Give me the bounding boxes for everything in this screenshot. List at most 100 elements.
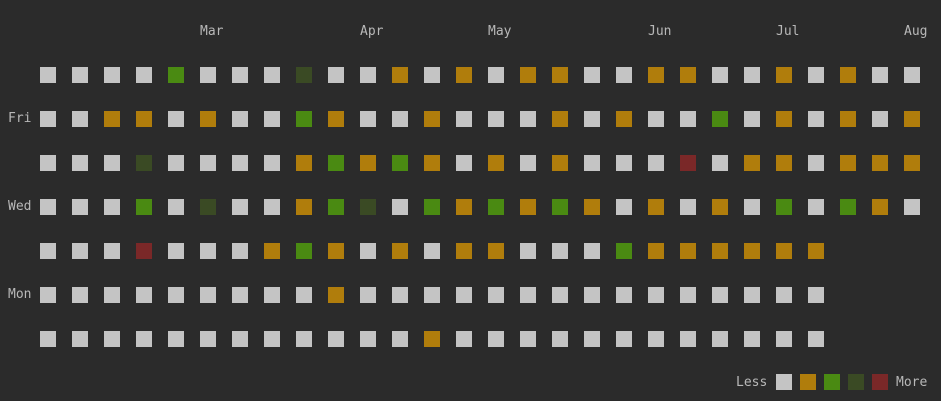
day-cell[interactable] xyxy=(520,199,536,215)
day-cell[interactable] xyxy=(712,243,728,259)
day-cell[interactable] xyxy=(808,243,824,259)
day-cell[interactable] xyxy=(744,67,760,83)
day-cell[interactable] xyxy=(520,67,536,83)
day-cell[interactable] xyxy=(616,155,632,171)
day-cell[interactable] xyxy=(72,111,88,127)
day-cell[interactable] xyxy=(168,199,184,215)
day-cell[interactable] xyxy=(360,199,376,215)
day-cell[interactable] xyxy=(328,331,344,347)
day-cell[interactable] xyxy=(72,155,88,171)
day-cell[interactable] xyxy=(456,111,472,127)
day-cell[interactable] xyxy=(296,287,312,303)
day-cell[interactable] xyxy=(360,331,376,347)
day-cell[interactable] xyxy=(40,67,56,83)
day-cell[interactable] xyxy=(584,331,600,347)
day-cell[interactable] xyxy=(488,199,504,215)
day-cell[interactable] xyxy=(680,155,696,171)
day-cell[interactable] xyxy=(296,155,312,171)
day-cell[interactable] xyxy=(72,287,88,303)
day-cell[interactable] xyxy=(136,111,152,127)
day-cell[interactable] xyxy=(424,67,440,83)
day-cell[interactable] xyxy=(616,111,632,127)
day-cell[interactable] xyxy=(264,331,280,347)
day-cell[interactable] xyxy=(424,155,440,171)
day-cell[interactable] xyxy=(840,199,856,215)
day-cell[interactable] xyxy=(104,111,120,127)
day-cell[interactable] xyxy=(392,243,408,259)
day-cell[interactable] xyxy=(552,199,568,215)
day-cell[interactable] xyxy=(680,331,696,347)
day-cell[interactable] xyxy=(744,155,760,171)
day-cell[interactable] xyxy=(296,243,312,259)
day-cell[interactable] xyxy=(328,67,344,83)
day-cell[interactable] xyxy=(360,111,376,127)
day-cell[interactable] xyxy=(552,287,568,303)
day-cell[interactable] xyxy=(552,243,568,259)
day-cell[interactable] xyxy=(200,243,216,259)
day-cell[interactable] xyxy=(872,199,888,215)
day-cell[interactable] xyxy=(296,111,312,127)
day-cell[interactable] xyxy=(808,199,824,215)
day-cell[interactable] xyxy=(904,111,920,127)
day-cell[interactable] xyxy=(584,287,600,303)
day-cell[interactable] xyxy=(872,155,888,171)
day-cell[interactable] xyxy=(136,199,152,215)
day-cell[interactable] xyxy=(680,199,696,215)
day-cell[interactable] xyxy=(200,67,216,83)
day-cell[interactable] xyxy=(328,111,344,127)
day-cell[interactable] xyxy=(328,287,344,303)
day-cell[interactable] xyxy=(552,155,568,171)
day-cell[interactable] xyxy=(584,199,600,215)
day-cell[interactable] xyxy=(648,199,664,215)
day-cell[interactable] xyxy=(232,111,248,127)
day-cell[interactable] xyxy=(168,243,184,259)
day-cell[interactable] xyxy=(808,287,824,303)
day-cell[interactable] xyxy=(776,199,792,215)
day-cell[interactable] xyxy=(104,155,120,171)
day-cell[interactable] xyxy=(552,111,568,127)
day-cell[interactable] xyxy=(232,287,248,303)
day-cell[interactable] xyxy=(104,331,120,347)
day-cell[interactable] xyxy=(296,199,312,215)
day-cell[interactable] xyxy=(136,331,152,347)
day-cell[interactable] xyxy=(616,199,632,215)
day-cell[interactable] xyxy=(712,67,728,83)
day-cell[interactable] xyxy=(712,111,728,127)
day-cell[interactable] xyxy=(360,287,376,303)
day-cell[interactable] xyxy=(40,331,56,347)
day-cell[interactable] xyxy=(776,331,792,347)
day-cell[interactable] xyxy=(200,111,216,127)
day-cell[interactable] xyxy=(360,243,376,259)
day-cell[interactable] xyxy=(584,243,600,259)
day-cell[interactable] xyxy=(424,243,440,259)
day-cell[interactable] xyxy=(456,331,472,347)
day-cell[interactable] xyxy=(712,331,728,347)
day-cell[interactable] xyxy=(232,67,248,83)
day-cell[interactable] xyxy=(40,287,56,303)
day-cell[interactable] xyxy=(104,67,120,83)
day-cell[interactable] xyxy=(744,287,760,303)
day-cell[interactable] xyxy=(136,243,152,259)
day-cell[interactable] xyxy=(328,155,344,171)
day-cell[interactable] xyxy=(456,243,472,259)
day-cell[interactable] xyxy=(808,111,824,127)
day-cell[interactable] xyxy=(168,287,184,303)
day-cell[interactable] xyxy=(648,243,664,259)
day-cell[interactable] xyxy=(776,155,792,171)
day-cell[interactable] xyxy=(232,155,248,171)
day-cell[interactable] xyxy=(136,155,152,171)
day-cell[interactable] xyxy=(136,287,152,303)
day-cell[interactable] xyxy=(520,111,536,127)
day-cell[interactable] xyxy=(392,67,408,83)
day-cell[interactable] xyxy=(584,111,600,127)
day-cell[interactable] xyxy=(904,155,920,171)
day-cell[interactable] xyxy=(872,67,888,83)
day-cell[interactable] xyxy=(616,243,632,259)
day-cell[interactable] xyxy=(264,67,280,83)
day-cell[interactable] xyxy=(840,111,856,127)
day-cell[interactable] xyxy=(72,67,88,83)
day-cell[interactable] xyxy=(488,67,504,83)
day-cell[interactable] xyxy=(648,111,664,127)
day-cell[interactable] xyxy=(392,287,408,303)
day-cell[interactable] xyxy=(328,199,344,215)
